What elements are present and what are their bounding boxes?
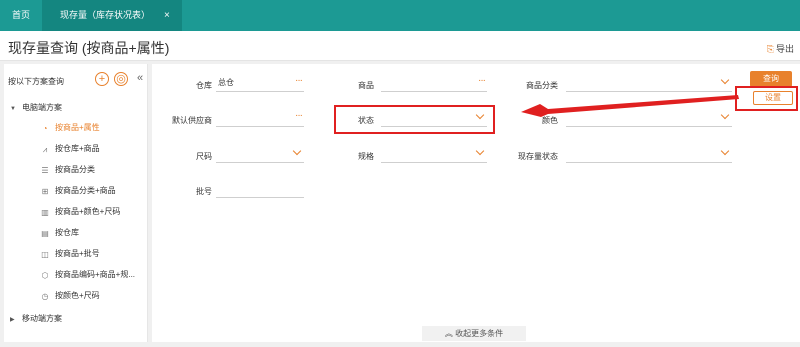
- sidebar-heading: 按以下方案查询: [8, 77, 64, 86]
- size-label: 尺码: [196, 152, 212, 161]
- color-label: 颜色: [542, 116, 558, 125]
- more-icon[interactable]: ···: [478, 74, 486, 88]
- list-icon: ☰: [41, 166, 49, 175]
- query-form: 仓库 总仓 ··· 商品 ··· 商品分类 默认供应商 ··· 状态 颜色 尺码…: [152, 64, 800, 342]
- product-field[interactable]: ···: [381, 74, 487, 92]
- cube-icon: ⬡: [41, 271, 49, 280]
- category-select[interactable]: [566, 75, 732, 92]
- status-highlight-box: [334, 105, 495, 134]
- chevron-down-icon: [720, 146, 730, 156]
- stock-status-select[interactable]: [566, 146, 732, 163]
- sidebar-item-warehouse[interactable]: ▤ 按仓库: [40, 225, 79, 241]
- export-button[interactable]: ⎘ 导出: [767, 42, 794, 55]
- clock-icon: ◔: [42, 124, 48, 133]
- chevron-down-icon: [720, 110, 730, 120]
- table-icon: ▤: [41, 229, 49, 238]
- spec-label: 规格: [358, 152, 374, 161]
- sidebar-item-warehouse-product[interactable]: ⩘ 按仓库+商品: [40, 141, 100, 157]
- batch-field[interactable]: [216, 182, 304, 198]
- sidebar-item-category[interactable]: ☰ 按商品分类: [40, 162, 95, 178]
- chevron-down-icon: [292, 146, 302, 156]
- sidebar-item-label: 按颜色+尺码: [55, 291, 100, 300]
- size-select[interactable]: [216, 146, 304, 163]
- sidebar-item-color-size[interactable]: ◷ 按颜色+尺码: [40, 288, 100, 304]
- add-scheme-button[interactable]: +: [95, 72, 109, 86]
- scheme-sidebar: 按以下方案查询 + ◎ « ▼ 电脑端方案 ◔ 按商品+属性 ⩘ 按仓库+商品 ☰ 按商…: [4, 64, 148, 342]
- sidebar-item-product-color-size[interactable]: ▥ 按商品+颜色+尺码: [40, 204, 120, 220]
- tree-group-pc[interactable]: ▼ 电脑端方案: [10, 102, 62, 113]
- stock-status-label: 现存量状态: [518, 152, 558, 161]
- tab-stock-report[interactable]: 现存量（库存状况表） ×: [42, 0, 182, 31]
- export-label: 导出: [775, 44, 794, 54]
- line-chart-icon: ⩘: [42, 145, 48, 154]
- scheme-settings-button[interactable]: ◎: [114, 72, 128, 86]
- more-icon[interactable]: ···: [295, 109, 303, 123]
- caret-down-icon: ▼: [10, 106, 16, 112]
- warehouse-value: 总仓: [218, 78, 234, 87]
- query-button[interactable]: 查询: [750, 71, 792, 87]
- chevron-down-icon: [475, 146, 485, 156]
- sidebar-item-product-attr[interactable]: ◔ 按商品+属性: [40, 120, 100, 136]
- collapse-sidebar-icon[interactable]: «: [137, 72, 143, 84]
- collapse-more-conditions-button[interactable]: ︽ 收起更多条件: [422, 326, 526, 341]
- chevron-down-icon: [720, 75, 730, 85]
- more-conditions-label: 收起更多条件: [455, 329, 504, 338]
- batch-label: 批号: [196, 187, 212, 196]
- caret-right-icon: ▶: [10, 317, 15, 323]
- area-chart-icon: ◫: [41, 250, 49, 259]
- settings-highlight-box: [735, 86, 798, 111]
- export-icon: ⎘: [766, 44, 774, 54]
- sidebar-item-code-product-spec[interactable]: ⬡ 按商品编码+商品+规...: [40, 267, 136, 283]
- bar-chart-icon: ▥: [41, 208, 49, 217]
- sidebar-item-label: 按仓库: [55, 228, 79, 237]
- color-select[interactable]: [566, 110, 732, 127]
- sidebar-item-label: 按商品分类: [55, 165, 95, 174]
- grid-icon: ⊞: [41, 187, 49, 196]
- supplier-field[interactable]: ···: [216, 109, 304, 127]
- sidebar-item-label: 按商品+属性: [55, 123, 100, 132]
- tree-group-mobile[interactable]: ▶ 移动端方案: [10, 313, 62, 324]
- sidebar-item-label: 按商品编码+商品+规...: [55, 270, 136, 279]
- sidebar-item-product-batch[interactable]: ◫ 按商品+批号: [40, 246, 100, 262]
- clock-icon: ◷: [41, 292, 49, 301]
- more-icon[interactable]: ···: [295, 74, 303, 88]
- sidebar-item-label: 按商品+批号: [55, 249, 100, 258]
- page-header: 现存量查询 (按商品+属性) ⎘ 导出: [0, 31, 800, 61]
- sidebar-item-label: 按商品+颜色+尺码: [55, 207, 121, 216]
- sidebar-item-category-product[interactable]: ⊞ 按商品分类+商品: [40, 183, 116, 199]
- tree-group-label: 电脑端方案: [22, 103, 62, 112]
- tab-stock-report-label: 现存量（库存状况表）: [60, 10, 151, 20]
- page-title: 现存量查询 (按商品+属性): [8, 40, 170, 56]
- tab-bar: 首页 现存量（库存状况表） ×: [0, 0, 800, 31]
- tree-group-label: 移动端方案: [22, 314, 62, 323]
- category-label: 商品分类: [526, 81, 558, 90]
- tab-home[interactable]: 首页: [0, 0, 42, 31]
- sidebar-item-label: 按商品分类+商品: [55, 186, 116, 195]
- spec-select[interactable]: [381, 146, 487, 163]
- warehouse-label: 仓库: [196, 81, 212, 90]
- product-label: 商品: [358, 81, 374, 90]
- close-icon[interactable]: ×: [164, 0, 170, 31]
- chevron-up-icon: ︽: [444, 329, 453, 338]
- supplier-label: 默认供应商: [172, 116, 212, 125]
- sidebar-item-label: 按仓库+商品: [55, 144, 100, 153]
- warehouse-field[interactable]: 总仓 ···: [216, 74, 304, 92]
